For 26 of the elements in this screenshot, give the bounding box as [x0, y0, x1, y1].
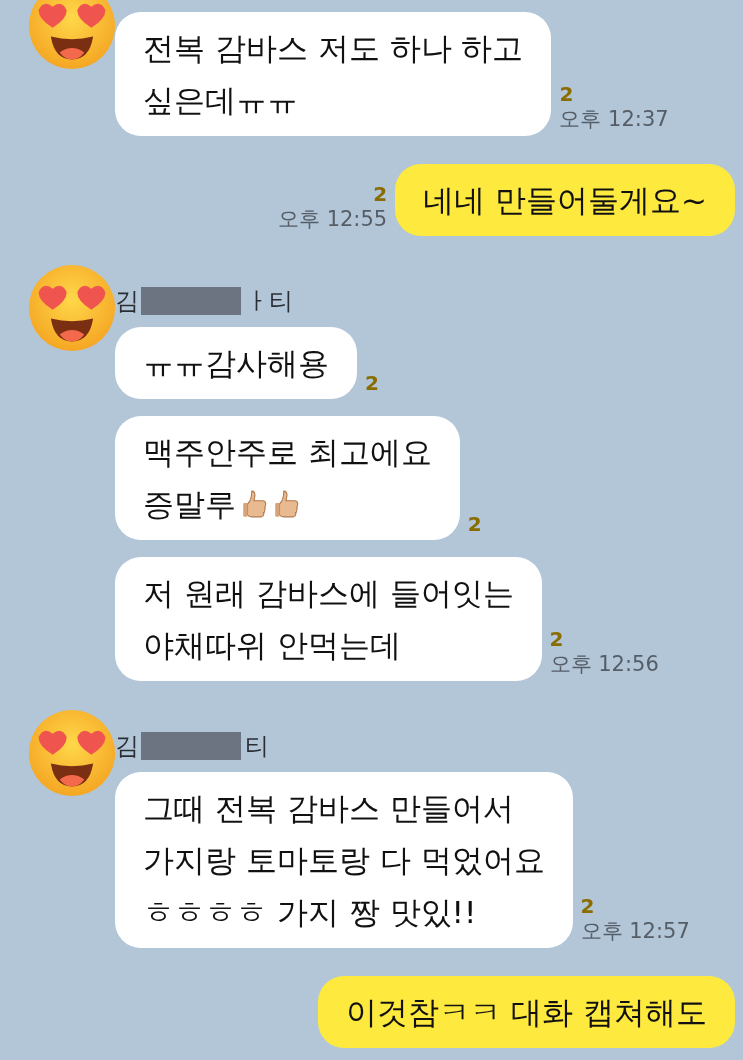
unread-count: 2	[580, 894, 595, 918]
sender-name: ㅏ티	[245, 286, 293, 317]
unread-count: 2	[365, 371, 379, 395]
sender-name: 티	[245, 731, 269, 762]
message-bubble[interactable]: ㅠㅠ감사해용	[115, 327, 357, 399]
message-bubble[interactable]: 이것참ㅋㅋ 대화 캡쳐해도	[318, 976, 735, 1048]
message-bubble[interactable]: 맥주안주로 최고에요 증말루	[115, 416, 460, 540]
timestamp: 오후 12:37	[559, 106, 669, 132]
timestamp: 오후 12:57	[580, 918, 690, 944]
thumbs-up-icon	[274, 489, 300, 519]
unread-count: 2	[549, 627, 564, 651]
message-bubble[interactable]: 그때 전복 감바스 만들어서 가지랑 토마토랑 다 먹었어요 ㅎㅎㅎㅎ 가지 짱 맛있!!	[115, 772, 573, 948]
timestamp: 오후 12:56	[549, 651, 659, 677]
unread-count: 2	[467, 512, 482, 536]
unread-count: 2	[373, 182, 388, 206]
sender-name: 김	[115, 286, 139, 317]
message-bubble[interactable]: 네네 만들어둘게요~	[395, 164, 735, 236]
thumbs-up-icon	[242, 489, 268, 519]
heart-eyes-emoji-icon[interactable]	[28, 0, 116, 70]
unread-count: 2	[559, 82, 574, 106]
message-bubble[interactable]: 전복 감바스 저도 하나 하고 싶은데ㅠㅠ	[115, 12, 552, 136]
timestamp: 오후 12:55	[277, 206, 388, 232]
sender-name: 김	[115, 731, 139, 762]
heart-eyes-emoji-icon[interactable]	[28, 709, 116, 797]
message-bubble[interactable]: 저 원래 감바스에 들어잇는 야채따위 안먹는데	[115, 557, 542, 681]
heart-eyes-emoji-icon[interactable]	[28, 264, 116, 352]
